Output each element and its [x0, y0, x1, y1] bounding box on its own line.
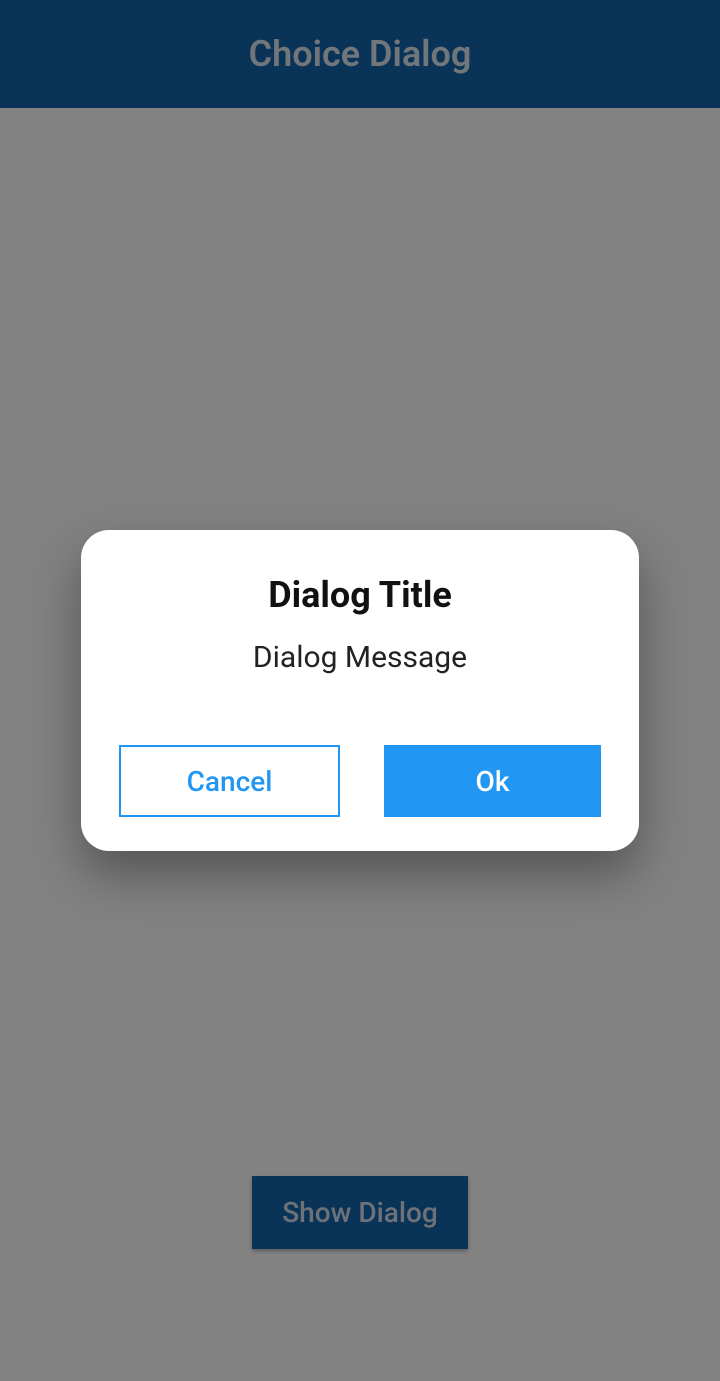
ok-button[interactable]: Ok	[384, 745, 601, 817]
dialog-actions: Cancel Ok	[119, 745, 601, 817]
modal-scrim[interactable]: Dialog Title Dialog Message Cancel Ok	[0, 0, 720, 1381]
cancel-button[interactable]: Cancel	[119, 745, 340, 817]
dialog-message: Dialog Message	[253, 640, 467, 675]
dialog-title: Dialog Title	[268, 574, 452, 616]
choice-dialog: Dialog Title Dialog Message Cancel Ok	[81, 530, 639, 851]
app-screen: Choice Dialog Show Dialog Dialog Title D…	[0, 0, 720, 1381]
